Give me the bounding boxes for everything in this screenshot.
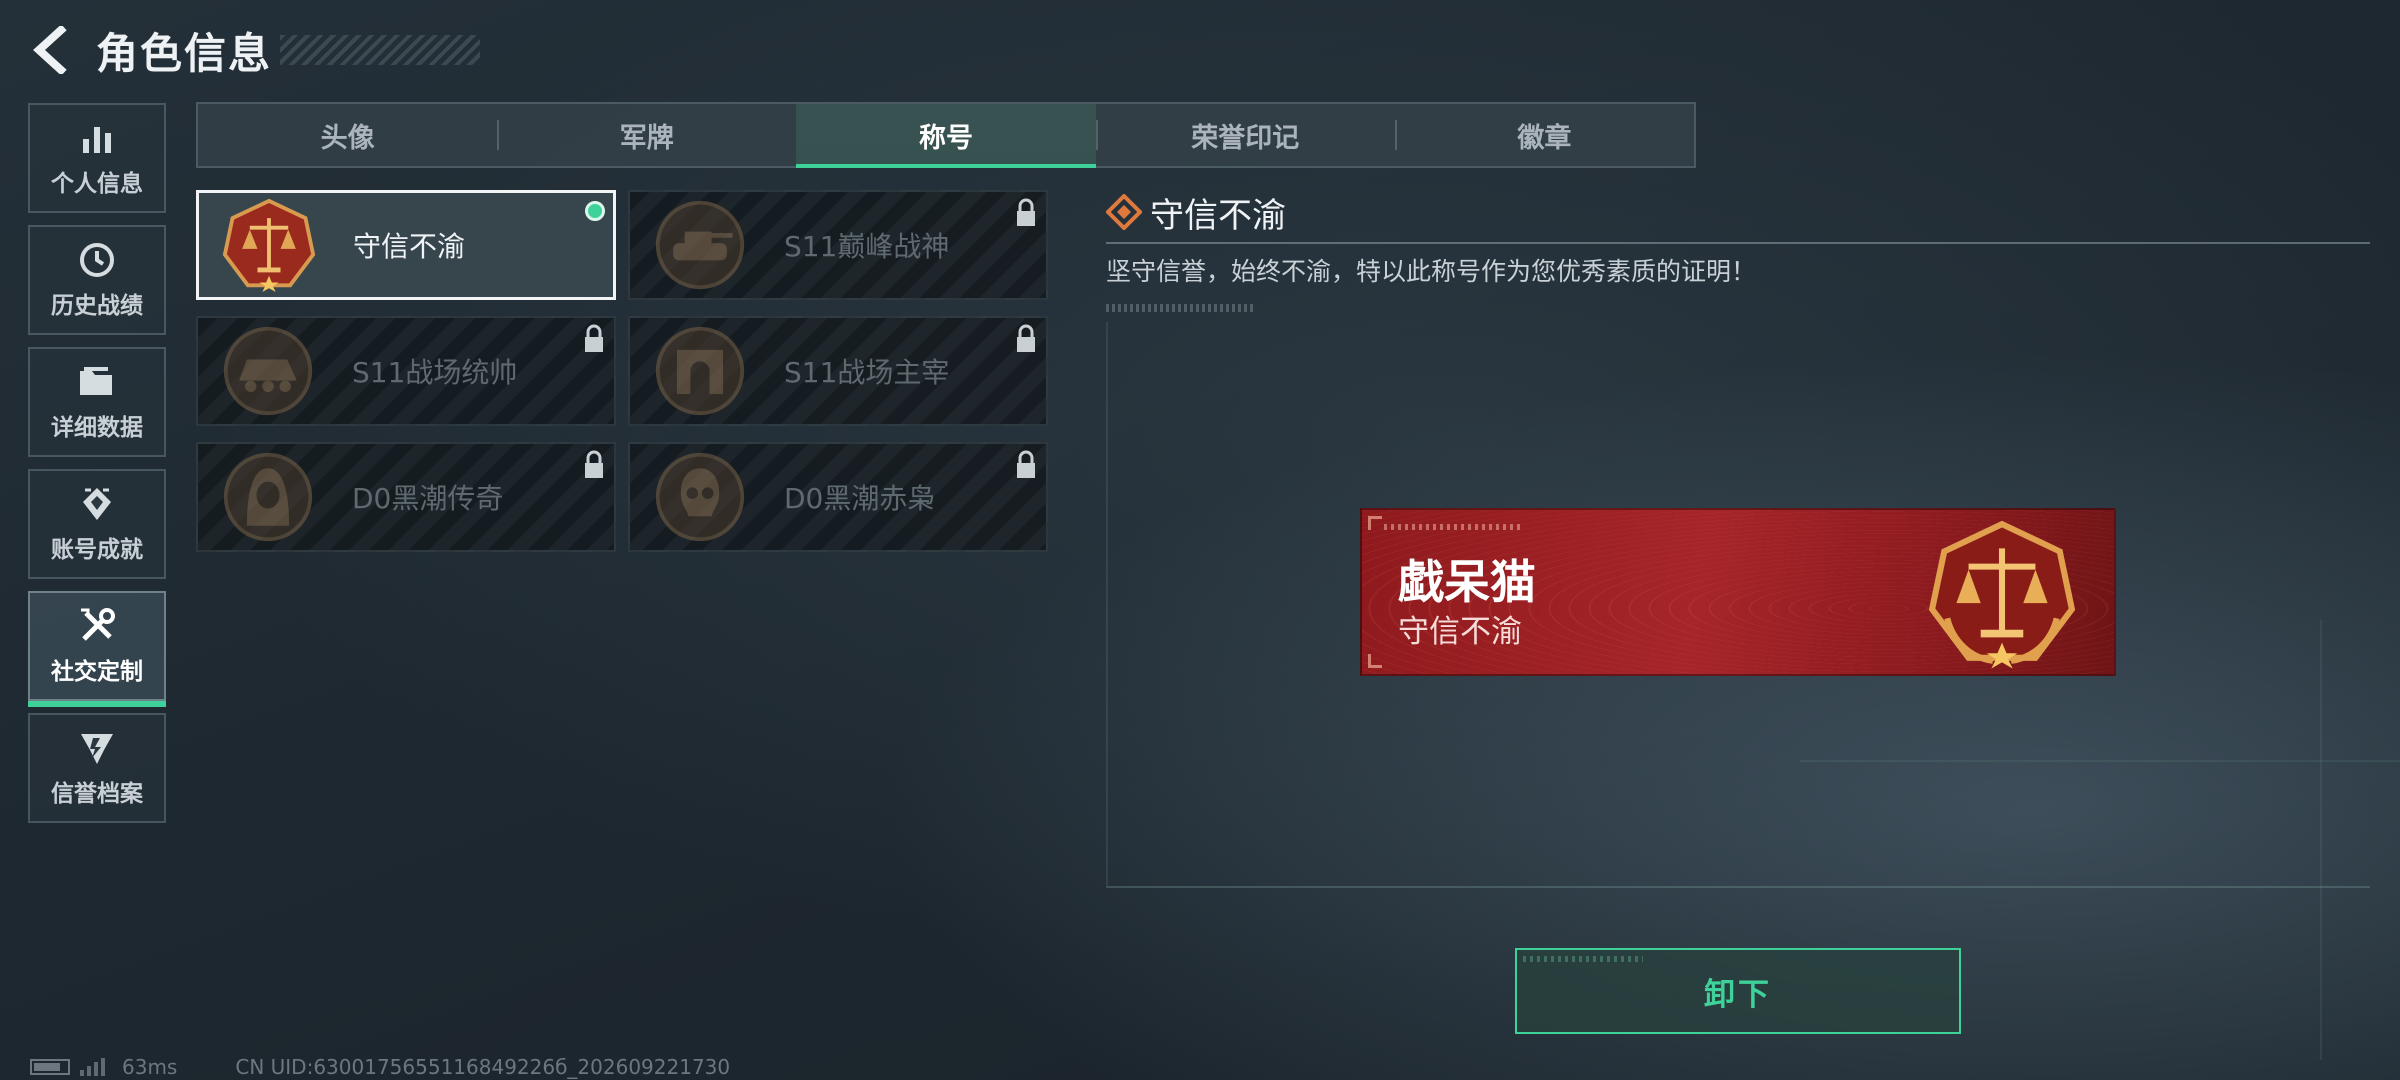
title-card[interactable]: D0黑潮赤枭 <box>628 442 1048 552</box>
divider <box>1106 242 2370 244</box>
clock-icon <box>77 240 117 280</box>
status-bar: 63ms CN UID:6300175655116849226б_2026092… <box>30 1054 730 1080</box>
detail-description: 坚守信誉，始终不渝，特以此称号作为您优秀素质的证明！ <box>1106 257 1757 286</box>
title-grid: 守信不渝 S11巅峰战神 S11战场统帅 S11战场主宰 D0黑潮传奇 D0黑潮… <box>196 190 1048 552</box>
detail-header: 守信不渝 <box>1106 190 2370 236</box>
scales-badge-icon <box>1928 520 2076 669</box>
sidebar-item-label: 信誉档案 <box>51 781 143 807</box>
unequip-button[interactable]: 卸下 <box>1515 948 1961 1034</box>
hooded-soldier-badge-icon <box>223 452 313 542</box>
title-card[interactable]: S11战场统帅 <box>196 316 616 426</box>
bar-chart-icon <box>77 118 117 158</box>
title-card-name: D0黑潮传奇 <box>352 482 504 515</box>
nameplate-preview: 戱呆猫 守信不渝 <box>1360 508 2116 676</box>
sidebar-item-credit-record[interactable]: 信誉档案 <box>28 713 166 823</box>
tab-bar: 头像 军牌 称号 荣誉印记 徽章 <box>196 102 1696 168</box>
sidebar-item-label: 详细数据 <box>51 415 143 441</box>
sidebar-item-detailed-data[interactable]: 详细数据 <box>28 347 166 457</box>
tab-dog-tag[interactable]: 军牌 <box>497 104 796 166</box>
back-button[interactable] <box>28 24 74 76</box>
signal-icon <box>80 1058 108 1076</box>
lock-icon <box>585 450 603 478</box>
decorative-code <box>1106 304 1256 312</box>
title-card-name: S11战场统帅 <box>352 356 518 389</box>
sidebar-item-label: 账号成就 <box>51 537 143 563</box>
nameplate-title: 守信不渝 <box>1398 614 1522 650</box>
title-card[interactable]: S11战场主宰 <box>628 316 1048 426</box>
lock-icon <box>1017 324 1035 352</box>
battery-level <box>34 1063 60 1071</box>
scales-badge-icon <box>222 198 316 293</box>
sidebar: 个人信息 历史战绩 详细数据 账号成就 社交定制 信誉档案 <box>28 103 166 835</box>
title-detail-panel: 守信不渝 坚守信誉，始终不渝，特以此称号作为您优秀素质的证明！ <box>1106 190 2370 312</box>
title-card-name: 守信不渝 <box>353 230 466 263</box>
lock-icon <box>585 324 603 352</box>
sidebar-item-achievements[interactable]: 账号成就 <box>28 469 166 579</box>
back-arrow-icon <box>33 26 67 74</box>
diamond-icon <box>1106 194 1142 230</box>
title-decoration <box>280 35 481 65</box>
header: 角色信息 <box>28 20 481 80</box>
folder-icon <box>77 362 117 402</box>
tools-icon <box>77 606 117 646</box>
title-card-name: S11巅峰战神 <box>784 230 950 263</box>
uid-text: CN UID:6300175655116849226б_202609221730 <box>235 1055 731 1079</box>
sidebar-item-label: 个人信息 <box>51 171 143 197</box>
tab-honor-mark[interactable]: 荣誉印记 <box>1095 104 1395 166</box>
tab-badge[interactable]: 徽章 <box>1394 104 1694 166</box>
sidebar-item-personal-info[interactable]: 个人信息 <box>28 103 166 213</box>
lock-icon <box>1017 450 1035 478</box>
equipped-indicator <box>585 201 605 221</box>
tank-badge-icon <box>655 200 745 290</box>
apc-badge-icon <box>223 326 313 416</box>
title-card-name: D0黑潮赤枭 <box>784 482 936 515</box>
corner-mark <box>1368 516 1382 530</box>
sidebar-item-label: 社交定制 <box>51 659 143 685</box>
ping-text: 63ms <box>122 1055 178 1079</box>
battery-icon <box>30 1059 70 1075</box>
corner-mark <box>1368 654 1382 668</box>
skull-badge-icon <box>655 452 745 542</box>
decorative-code <box>1384 524 1524 530</box>
title-card[interactable]: 守信不渝 <box>196 190 616 300</box>
tab-title[interactable]: 称号 <box>796 104 1096 168</box>
page-title: 角色信息 <box>96 28 273 78</box>
detail-title: 守信不渝 <box>1150 195 1286 236</box>
credit-emblem-icon <box>77 728 117 768</box>
title-card[interactable]: D0黑潮传奇 <box>196 442 616 552</box>
sidebar-item-label: 历史战绩 <box>51 293 143 319</box>
sidebar-item-match-history[interactable]: 历史战绩 <box>28 225 166 335</box>
tab-avatar[interactable]: 头像 <box>198 104 497 166</box>
title-card-name: S11战场主宰 <box>784 356 950 389</box>
player-name: 戱呆猫 <box>1398 555 1536 609</box>
arch-badge-icon <box>655 326 745 416</box>
title-card[interactable]: S11巅峰战神 <box>628 190 1048 300</box>
unequip-label: 卸下 <box>1704 976 1772 1013</box>
achievement-icon <box>77 484 117 524</box>
sidebar-item-social-customization[interactable]: 社交定制 <box>28 591 166 707</box>
lock-icon <box>1017 198 1035 226</box>
